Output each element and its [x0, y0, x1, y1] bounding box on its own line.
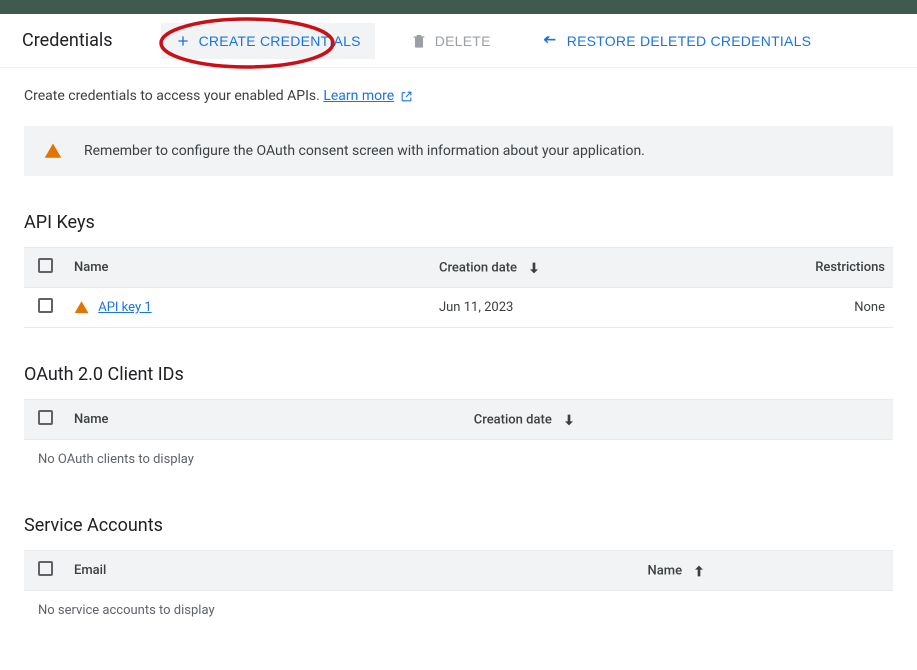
arrow-down-icon	[526, 260, 542, 276]
select-all-checkbox[interactable]	[38, 410, 53, 425]
service-accounts-table: Email Name	[24, 550, 893, 591]
col-name[interactable]: Name	[66, 248, 431, 288]
warning-icon	[44, 142, 62, 160]
intro-text: Create credentials to access your enable…	[24, 88, 893, 104]
oauth-empty-text: No OAuth clients to display	[24, 440, 893, 479]
api-key-link[interactable]: API key 1	[98, 300, 151, 315]
service-empty-text: No service accounts to display	[24, 591, 893, 630]
banner-text: Remember to configure the OAuth consent …	[84, 143, 645, 159]
row-checkbox[interactable]	[38, 298, 53, 313]
col-creation-date[interactable]: Creation date	[431, 248, 796, 288]
create-credentials-button[interactable]: CREATE CREDENTIALS	[161, 23, 375, 59]
header-bar: Credentials CREATE CREDENTIALS DELETE RE…	[0, 14, 917, 68]
col-name[interactable]: Name	[640, 551, 893, 591]
create-credentials-label: CREATE CREDENTIALS	[199, 33, 361, 49]
consent-banner: Remember to configure the OAuth consent …	[24, 126, 893, 176]
table-header-row: Name Creation date Restrictions	[24, 248, 893, 288]
delete-button[interactable]: DELETE	[397, 23, 505, 59]
arrow-up-icon	[691, 563, 707, 579]
warning-icon	[74, 300, 89, 315]
trash-icon	[411, 33, 427, 49]
oauth-table: Name Creation date	[24, 399, 893, 440]
cell-restrictions: None	[796, 288, 893, 328]
select-all-checkbox[interactable]	[38, 561, 53, 576]
restore-deleted-button[interactable]: RESTORE DELETED CREDENTIALS	[527, 23, 826, 59]
service-accounts-section: Service Accounts Email Name No service a…	[24, 515, 893, 630]
table-header-row: Name Creation date	[24, 400, 893, 440]
restore-label: RESTORE DELETED CREDENTIALS	[567, 33, 812, 49]
learn-more-link[interactable]: Learn more	[323, 88, 394, 104]
oauth-title: OAuth 2.0 Client IDs	[24, 364, 893, 385]
plus-icon	[175, 33, 191, 49]
delete-label: DELETE	[435, 33, 491, 49]
api-keys-table: Name Creation date Restrictions	[24, 247, 893, 328]
select-all-checkbox[interactable]	[38, 258, 53, 273]
col-creation-date[interactable]: Creation date	[466, 400, 893, 440]
service-accounts-title: Service Accounts	[24, 515, 893, 536]
table-row: API key 1 Jun 11, 2023 None	[24, 288, 893, 328]
api-keys-title: API Keys	[24, 212, 893, 233]
restore-icon	[541, 33, 559, 49]
intro-sentence: Create credentials to access your enable…	[24, 88, 323, 104]
external-link-icon	[400, 90, 413, 103]
content-area: Create credentials to access your enable…	[0, 68, 917, 670]
top-strip	[0, 0, 917, 14]
page-title: Credentials	[22, 30, 113, 51]
col-email[interactable]: Email	[66, 551, 640, 591]
col-restrictions[interactable]: Restrictions	[796, 248, 893, 288]
oauth-section: OAuth 2.0 Client IDs Name Creation date …	[24, 364, 893, 479]
arrow-down-icon	[561, 412, 577, 428]
api-keys-section: API Keys Name Creation date Restrictions	[24, 212, 893, 328]
cell-creation-date: Jun 11, 2023	[431, 288, 796, 328]
col-name[interactable]: Name	[66, 400, 466, 440]
table-header-row: Email Name	[24, 551, 893, 591]
